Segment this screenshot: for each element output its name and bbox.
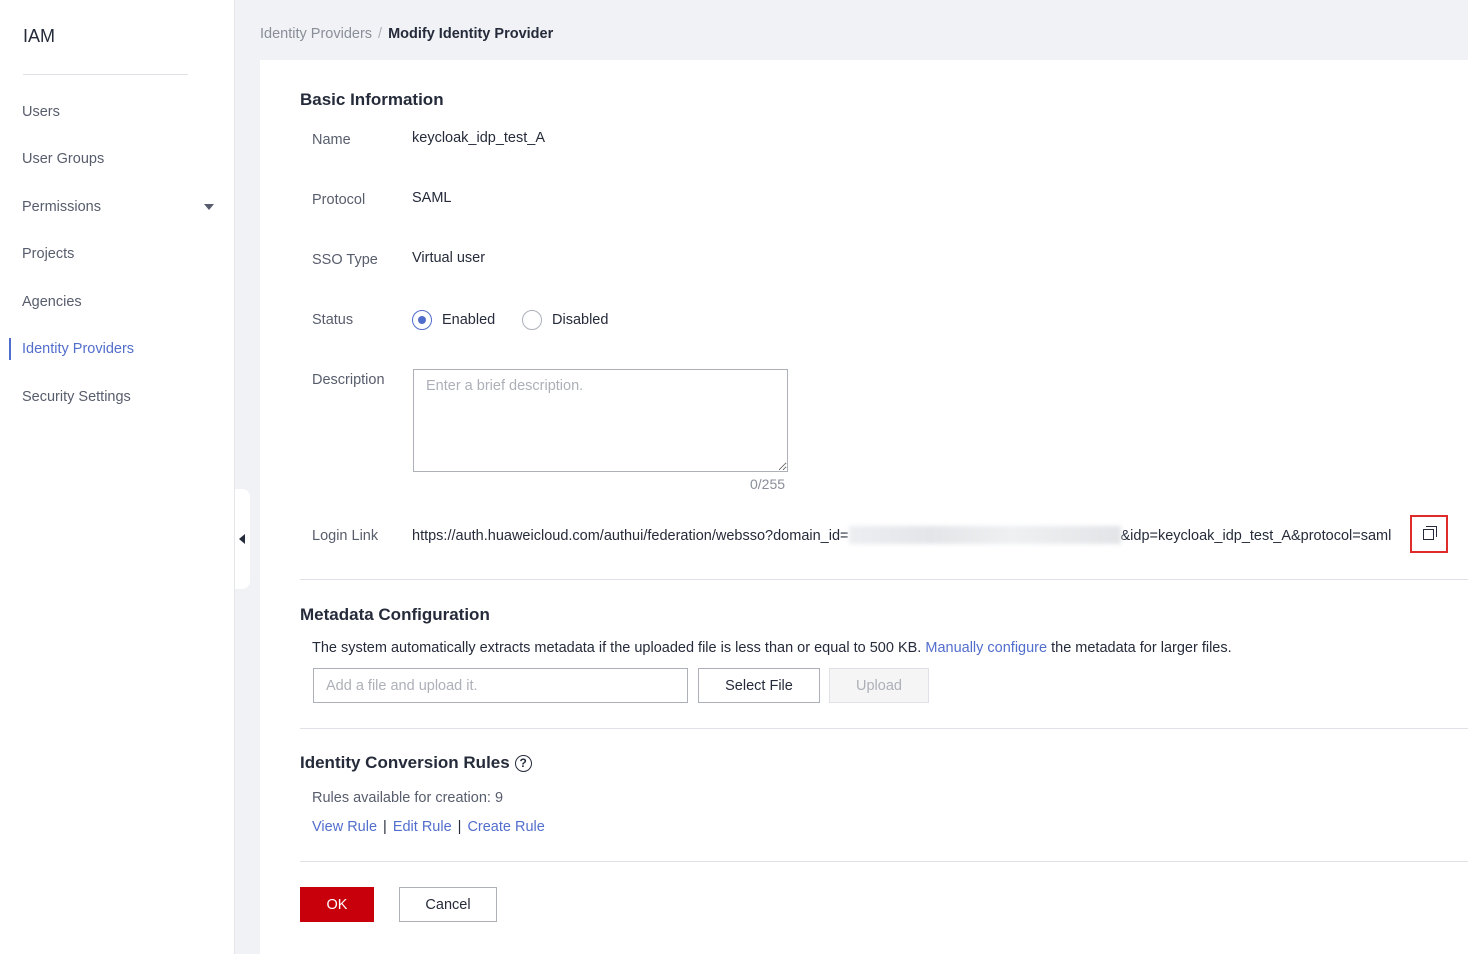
status-disabled-label: Disabled <box>552 312 609 328</box>
metadata-title: Metadata Configuration <box>300 605 490 624</box>
rules-available-text: Rules available for creation: 9 <box>312 790 504 806</box>
description-label: Description <box>312 372 385 388</box>
breadcrumb-separator: / <box>378 26 383 42</box>
rules-title-text: Identity Conversion Rules <box>300 753 510 772</box>
sidebar-item-permissions[interactable]: Permissions <box>0 191 234 223</box>
login-link-suffix: &idp=keycloak_idp_test_A&protocol=saml <box>1120 528 1392 544</box>
section-divider <box>300 728 1468 729</box>
caret-left-icon <box>239 534 245 544</box>
sso-type-label: SSO Type <box>312 252 378 268</box>
edit-form-card: Basic Information Name keycloak_idp_test… <box>260 60 1468 954</box>
basic-info-title: Basic Information <box>300 90 444 109</box>
rule-links: View Rule | Edit Rule | Create Rule <box>312 819 545 835</box>
cancel-button[interactable]: Cancel <box>399 887 497 922</box>
sidebar-item-users[interactable]: Users <box>0 96 234 128</box>
upload-button[interactable]: Upload <box>829 668 929 703</box>
login-link-url: https://auth.huaweicloud.com/authui/fede… <box>412 526 1391 544</box>
sidebar-item-identity-providers[interactable]: Identity Providers <box>0 333 234 365</box>
sidebar: IAM Users User Groups Permissions Projec… <box>0 0 235 954</box>
sidebar-item-agencies[interactable]: Agencies <box>0 286 234 318</box>
select-file-button[interactable]: Select File <box>698 668 820 703</box>
status-enabled-label: Enabled <box>442 312 496 328</box>
edit-rule-link[interactable]: Edit Rule <box>393 819 452 835</box>
status-disabled-radio[interactable]: Disabled <box>522 310 608 330</box>
view-rule-link[interactable]: View Rule <box>312 819 377 835</box>
copy-icon <box>1423 529 1434 540</box>
link-divider: | <box>457 819 462 835</box>
sidebar-item-label: Users <box>22 104 60 120</box>
protocol-value: SAML <box>412 190 452 206</box>
section-divider <box>300 861 1468 862</box>
name-value: keycloak_idp_test_A <box>412 130 545 146</box>
redacted-domain-id <box>848 526 1121 544</box>
sidebar-item-label: User Groups <box>22 151 105 167</box>
status-label: Status <box>312 312 354 328</box>
manually-configure-link[interactable]: Manually configure <box>925 640 1047 656</box>
app-title: IAM <box>23 26 56 46</box>
metadata-desc-before: The system automatically extracts metada… <box>312 640 926 656</box>
metadata-description: The system automatically extracts metada… <box>312 640 1232 656</box>
description-counter: 0/255 <box>750 476 786 492</box>
sidebar-item-label: Permissions <box>22 199 101 215</box>
radio-unchecked-icon <box>522 310 542 330</box>
sidebar-item-projects[interactable]: Projects <box>0 238 234 270</box>
login-link-label: Login Link <box>312 528 379 544</box>
sidebar-divider <box>23 74 188 75</box>
rules-title: Identity Conversion Rules? <box>300 753 532 773</box>
sidebar-item-label: Projects <box>22 246 75 262</box>
radio-checked-icon <box>412 310 432 330</box>
breadcrumb: Identity Providers / Modify Identity Provi… <box>260 26 553 42</box>
copy-login-link-button[interactable] <box>1410 515 1448 553</box>
sidebar-item-security-settings[interactable]: Security Settings <box>0 381 234 413</box>
sidebar-item-label: Security Settings <box>22 389 131 405</box>
create-rule-link[interactable]: Create Rule <box>467 819 544 835</box>
metadata-desc-after: the metadata for larger files. <box>1047 640 1232 656</box>
breadcrumb-current: Modify Identity Provider <box>388 26 554 42</box>
link-divider: | <box>383 819 387 835</box>
ok-button[interactable]: OK <box>300 887 374 922</box>
sidebar-collapse-button[interactable] <box>235 489 250 589</box>
caret-down-icon <box>204 204 214 210</box>
sidebar-item-user-groups[interactable]: User Groups <box>0 143 234 175</box>
help-icon[interactable]: ? <box>514 755 532 772</box>
section-divider <box>300 579 1468 580</box>
sidebar-item-label: Agencies <box>22 294 82 310</box>
sso-type-value: Virtual user <box>412 250 486 266</box>
login-link-prefix: https://auth.huaweicloud.com/authui/fede… <box>412 528 849 544</box>
protocol-label: Protocol <box>312 192 366 208</box>
sidebar-item-label: Identity Providers <box>22 341 135 357</box>
description-input[interactable] <box>413 369 788 472</box>
breadcrumb-parent-link[interactable]: Identity Providers <box>260 26 372 42</box>
name-label: Name <box>312 132 351 148</box>
metadata-file-input[interactable] <box>313 668 688 703</box>
status-enabled-radio[interactable]: Enabled <box>412 310 495 330</box>
